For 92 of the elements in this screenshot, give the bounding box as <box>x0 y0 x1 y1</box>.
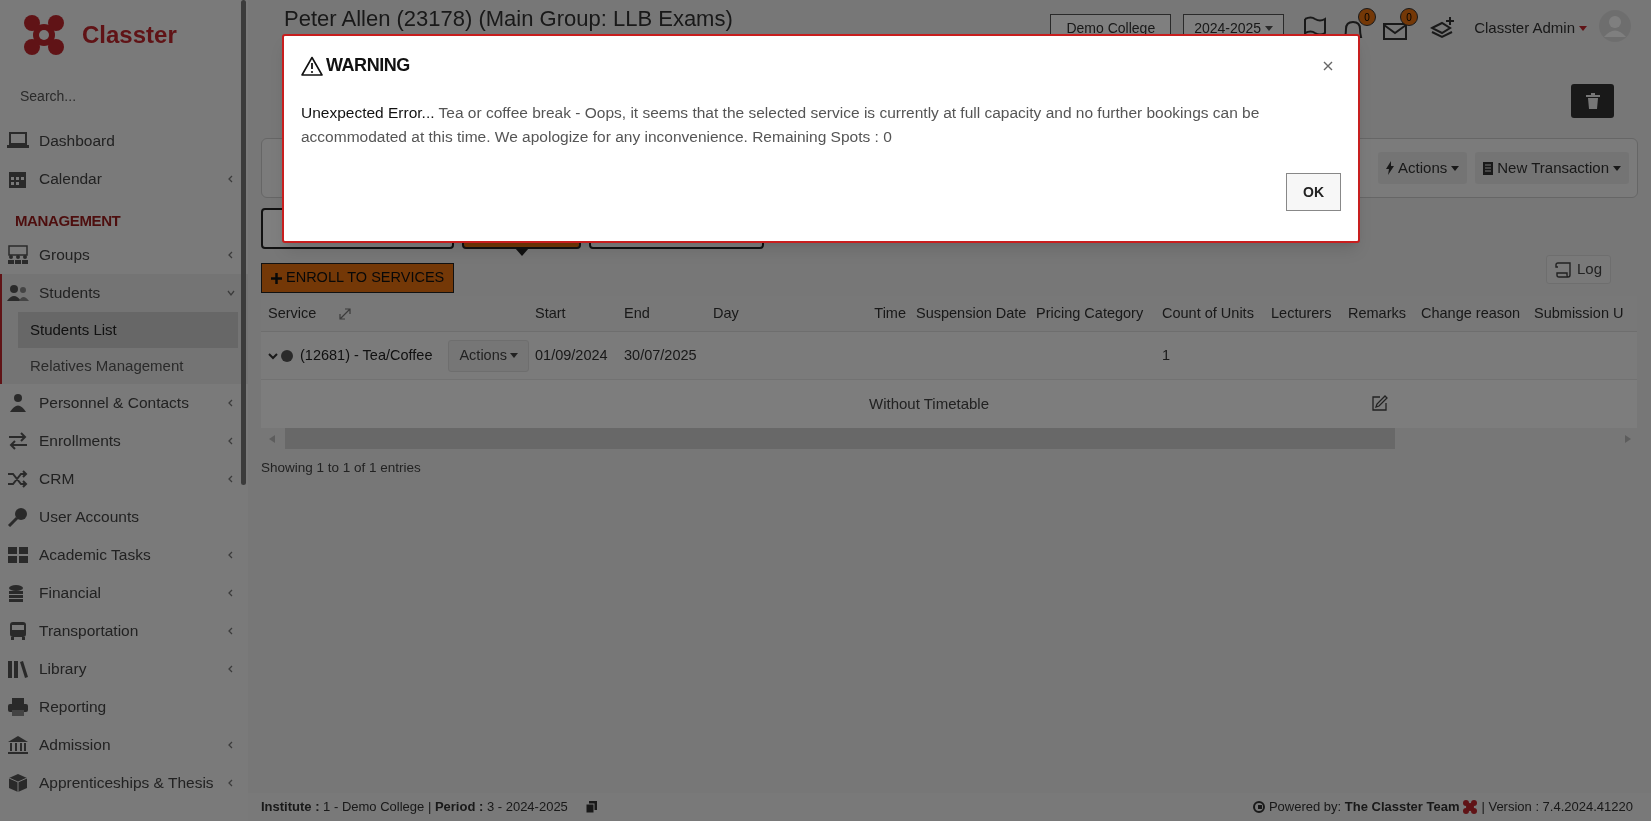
sidebar-item[interactable]: Transportation <box>2 612 248 650</box>
enroll-button[interactable]: ENROLL TO SERVICES <box>261 263 455 293</box>
sidebar-item[interactable]: Apprenticeships & Thesis <box>2 764 248 802</box>
receipt-icon <box>1483 161 1494 175</box>
cube-icon <box>7 773 29 793</box>
caret-icon <box>510 353 518 358</box>
key-icon <box>7 507 29 527</box>
table-cell-text: 30/07/2025 <box>624 345 698 365</box>
printer-icon <box>7 697 29 717</box>
sidebar-item[interactable]: CRM <box>2 460 248 498</box>
column-header[interactable]: Lecturers <box>1271 302 1332 325</box>
user-menu[interactable]: Classter Admin <box>1474 16 1587 40</box>
group-icon <box>7 245 29 265</box>
column-header[interactable]: Change reason <box>1421 302 1521 325</box>
shuffle-icon <box>7 469 29 489</box>
column-header[interactable]: Suspension Date <box>916 302 1027 325</box>
calendar-icon <box>7 169 29 189</box>
plus-icon <box>271 272 282 284</box>
caret-icon <box>1613 165 1621 171</box>
powered-by-text: Powered by: The Classter Team <box>1268 798 1460 817</box>
sidebar-item[interactable]: Enrollments <box>2 422 248 460</box>
column-header[interactable]: Time <box>874 302 906 325</box>
edit-icon <box>1371 394 1389 412</box>
logo-icon <box>22 13 66 57</box>
sidebar-item[interactable]: Personnel & Contacts <box>2 384 248 422</box>
person-icon <box>7 393 29 413</box>
delete-button[interactable] <box>1571 84 1614 118</box>
count-badge: 0 <box>1400 8 1419 26</box>
section-heading: MANAGEMENT <box>14 210 122 231</box>
column-header[interactable]: Day <box>713 302 739 325</box>
layers-plus-icon <box>1430 16 1457 40</box>
log-button[interactable]: Log <box>1545 255 1611 284</box>
pagination-info: Showing 1 to 1 of 1 entries <box>261 459 422 477</box>
service-name: (12681) - Tea/Coffee <box>300 345 433 365</box>
column-header[interactable]: Remarks <box>1348 302 1406 325</box>
sidebar-item[interactable]: Dashboard <box>2 122 248 160</box>
sidebar-item[interactable]: Financial <box>2 574 248 612</box>
actions-button[interactable]: Actions <box>1378 152 1468 184</box>
trash-icon <box>1585 93 1600 109</box>
column-header[interactable]: Service <box>268 302 317 325</box>
users-icon <box>7 283 29 303</box>
sidebar-item[interactable]: Students <box>2 274 248 312</box>
column-header[interactable]: Submission U <box>1534 302 1624 325</box>
warning-icon <box>301 55 323 76</box>
logo-text: Classter <box>82 20 177 50</box>
bank-icon <box>7 735 29 755</box>
actions-button[interactable]: Actions <box>448 339 529 372</box>
bus-icon <box>7 621 29 641</box>
column-header[interactable]: Start <box>535 302 566 325</box>
caret-icon <box>1579 25 1587 31</box>
scroll-left-icon <box>269 434 275 443</box>
table-cell-text: 1 <box>1162 345 1172 365</box>
sidebar-subitem[interactable]: Relatives Management <box>18 348 238 384</box>
column-header[interactable]: Count of Units <box>1162 302 1254 325</box>
table-cell-text: 01/09/2024 <box>535 345 609 365</box>
sidebar-item[interactable]: User Accounts <box>2 498 248 536</box>
sidebar-item[interactable]: Groups <box>2 236 248 274</box>
scrollbar-thumb[interactable] <box>241 0 246 485</box>
scroll-right-icon <box>1625 434 1631 443</box>
copy-icon <box>585 801 597 813</box>
dialog-title: WARNING <box>326 54 410 77</box>
ok-button[interactable]: OK <box>1286 173 1341 211</box>
caret-icon <box>1451 165 1460 171</box>
status-dot-icon <box>281 349 293 362</box>
sidebar-subitem[interactable]: Students List <box>18 312 238 348</box>
scroll-icon <box>1554 261 1573 278</box>
close-icon <box>1323 60 1333 71</box>
expand-icon <box>338 306 353 321</box>
books-icon <box>7 659 29 679</box>
column-header[interactable]: End <box>624 302 650 325</box>
page-title: Peter Allen (23178) (Main Group: LLB Exams) <box>284 5 733 33</box>
footer-info: Institute : 1 - Demo College | Period : 3 - 2024-2025 <box>261 798 568 817</box>
new-transaction-button[interactable]: New Transaction <box>1475 152 1629 184</box>
sidebar-item[interactable]: Reporting <box>2 688 248 726</box>
column-header[interactable]: Pricing Category <box>1036 302 1144 325</box>
search-field[interactable]: Search... <box>20 84 220 108</box>
detail-text: Without Timetable <box>868 393 990 414</box>
error-message: Unexpected Error... Tea or coffee break - Oops, it seems that the selected service is currently at full capacity and no further bookings can be accommodated at this time. We apologize for any inconvenience. Remaining Spots : 0 <box>301 103 1261 147</box>
sidebar-item[interactable]: Academic Tasks <box>2 536 248 574</box>
count-badge: 0 <box>1358 8 1377 26</box>
sidebar-item[interactable]: Calendar <box>2 160 248 198</box>
exchange-icon <box>7 431 29 451</box>
logo-icon <box>1463 800 1478 814</box>
chevron-down-icon <box>226 288 236 298</box>
copyright-icon <box>1252 801 1265 813</box>
laptop-icon <box>7 131 29 151</box>
caret-icon <box>1265 25 1274 31</box>
version-text: | Version : 7.4.2024.41220 <box>1481 798 1633 817</box>
bolt-icon <box>1386 161 1395 175</box>
grid-icon <box>7 545 29 565</box>
sidebar-item[interactable]: Admission <box>2 726 248 764</box>
sidebar-item[interactable]: Library <box>2 650 248 688</box>
